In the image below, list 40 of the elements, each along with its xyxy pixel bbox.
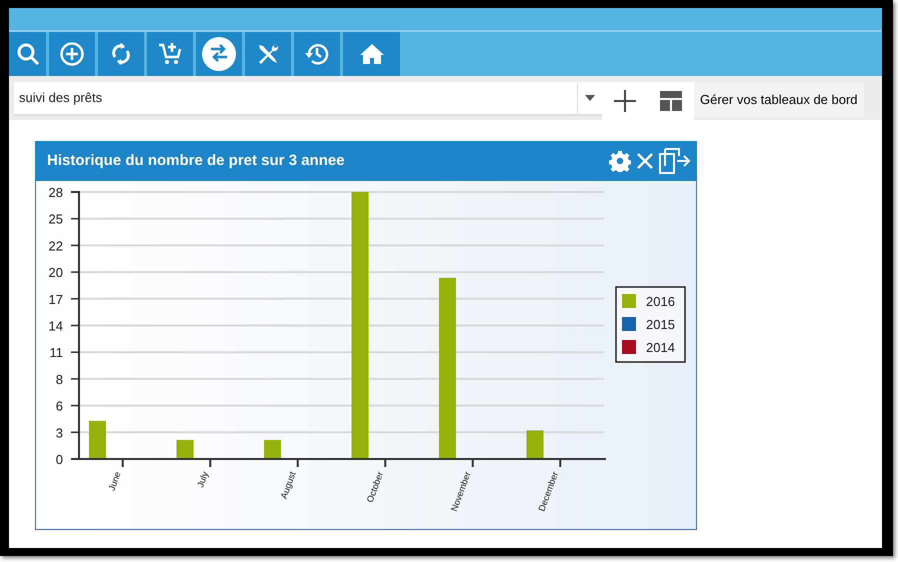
legend-label: 2014 <box>646 340 675 355</box>
x-tick-label: July <box>195 470 210 489</box>
panel-title: Historique du nombre de pret sur 3 annee <box>47 150 346 171</box>
legend-label: 2015 <box>646 317 675 332</box>
y-tick-label: 14 <box>48 318 63 334</box>
settings-button[interactable] <box>607 150 633 172</box>
y-tick-label: 20 <box>48 265 63 280</box>
toolbar-button[interactable] <box>147 32 193 76</box>
toolbar-button[interactable] <box>9 32 46 76</box>
y-tick-label: 28 <box>48 185 63 200</box>
dashboard-select[interactable]: suivi des prêts <box>14 82 602 116</box>
manage-dashboards-button[interactable]: Gérer vos tableaux de bord <box>694 82 864 118</box>
bar <box>526 430 544 459</box>
bar <box>89 420 106 459</box>
y-tick-label: 8 <box>56 372 63 387</box>
toolbar-button[interactable] <box>343 32 400 76</box>
plus-icon <box>614 90 636 112</box>
x-tick-label: June <box>106 470 123 492</box>
y-tick-label: 25 <box>48 212 63 227</box>
toolbar-button[interactable] <box>245 32 291 76</box>
toolbar-button[interactable] <box>49 32 95 76</box>
bar <box>176 440 194 459</box>
settings-icon <box>609 150 631 172</box>
export-icon <box>659 148 691 174</box>
select-value: suivi des prêts <box>19 89 104 108</box>
caret-icon <box>585 95 595 101</box>
y-tick-label: 17 <box>48 292 63 307</box>
toolbar-button[interactable] <box>294 32 340 76</box>
legend-label: 2016 <box>646 294 675 309</box>
export-button[interactable] <box>657 148 693 174</box>
y-tick-label: 22 <box>48 238 63 254</box>
y-tick-label: 3 <box>56 425 63 440</box>
y-tick-label: 11 <box>50 345 63 360</box>
toolbar-button[interactable] <box>98 32 144 76</box>
y-tick-label: 6 <box>56 398 63 414</box>
close-icon <box>635 151 655 171</box>
bar <box>264 440 281 459</box>
y-tick-label: 0 <box>56 452 63 467</box>
layout-icon <box>660 91 682 111</box>
x-tick-label: August <box>278 470 298 500</box>
